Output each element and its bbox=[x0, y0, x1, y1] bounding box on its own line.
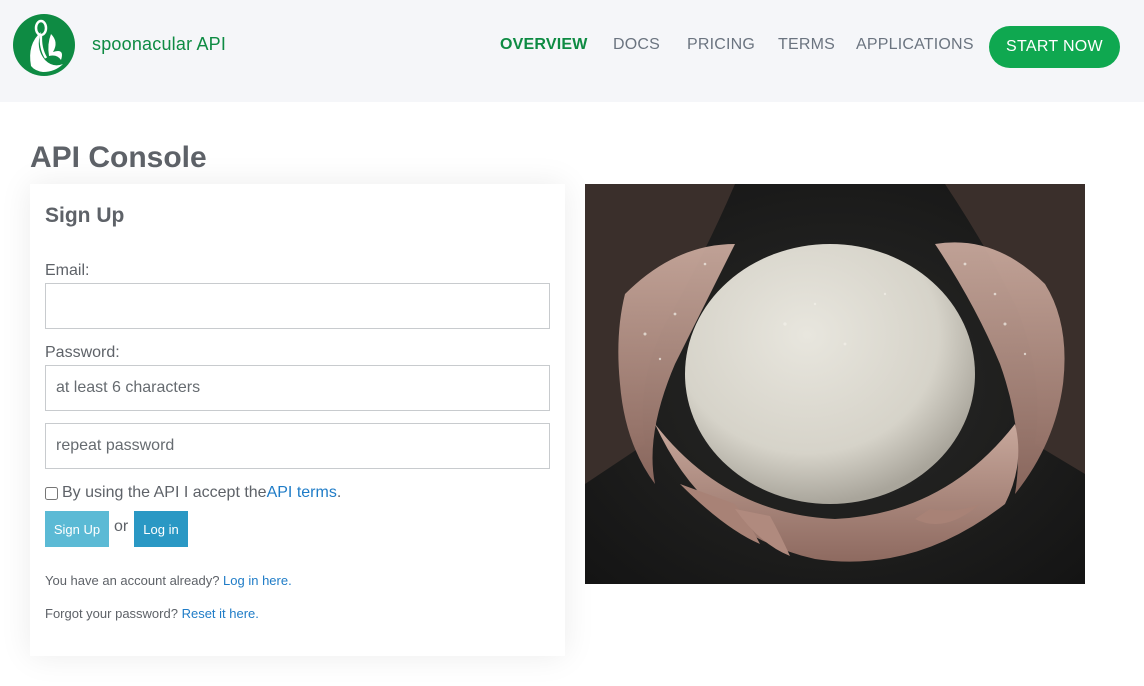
spoonacular-logo-icon[interactable] bbox=[13, 14, 75, 76]
log-in-button[interactable]: Log in bbox=[134, 511, 188, 547]
account-text: You have an account already? bbox=[45, 573, 224, 588]
nav-docs[interactable]: DOCS bbox=[613, 36, 660, 54]
terms-end: . bbox=[336, 484, 342, 501]
password-field[interactable] bbox=[45, 365, 550, 411]
nav-overview[interactable]: OVERVIEW bbox=[500, 36, 588, 54]
email-field[interactable] bbox=[45, 283, 550, 329]
terms-checkbox[interactable] bbox=[45, 486, 58, 500]
signup-title: Sign Up bbox=[45, 204, 125, 227]
or-text: or bbox=[114, 518, 129, 535]
log-in-here-link[interactable]: Log in here. bbox=[223, 573, 292, 588]
nav-terms[interactable]: TERMS bbox=[778, 36, 835, 54]
page-title: API Console bbox=[30, 141, 207, 174]
brand-name[interactable]: spoonacular API bbox=[92, 34, 226, 55]
forgot-line: Forgot your password? Reset it here. bbox=[45, 606, 259, 621]
sign-up-button[interactable]: Sign Up bbox=[45, 511, 109, 547]
terms-row: By using the API I accept the API terms. bbox=[45, 484, 341, 502]
start-now-button[interactable]: START NOW bbox=[989, 26, 1120, 68]
nav-pricing[interactable]: PRICING bbox=[687, 36, 755, 54]
dough-hands-image bbox=[585, 184, 1085, 584]
forgot-text: Forgot your password? bbox=[45, 606, 182, 621]
terms-text: By using the API I accept the bbox=[62, 484, 267, 501]
reset-password-link[interactable]: Reset it here. bbox=[182, 606, 259, 621]
signup-card: Sign Up Email: Password: By using the AP… bbox=[30, 184, 565, 656]
password-label: Password: bbox=[45, 344, 120, 361]
account-line: You have an account already? Log in here… bbox=[45, 573, 292, 588]
repeat-password-field[interactable] bbox=[45, 423, 550, 469]
api-terms-link[interactable]: API terms bbox=[267, 484, 337, 502]
nav-applications[interactable]: APPLICATIONS bbox=[856, 36, 974, 54]
email-label: Email: bbox=[45, 262, 90, 279]
site-header: spoonacular API OVERVIEW DOCS PRICING TE… bbox=[0, 0, 1144, 102]
